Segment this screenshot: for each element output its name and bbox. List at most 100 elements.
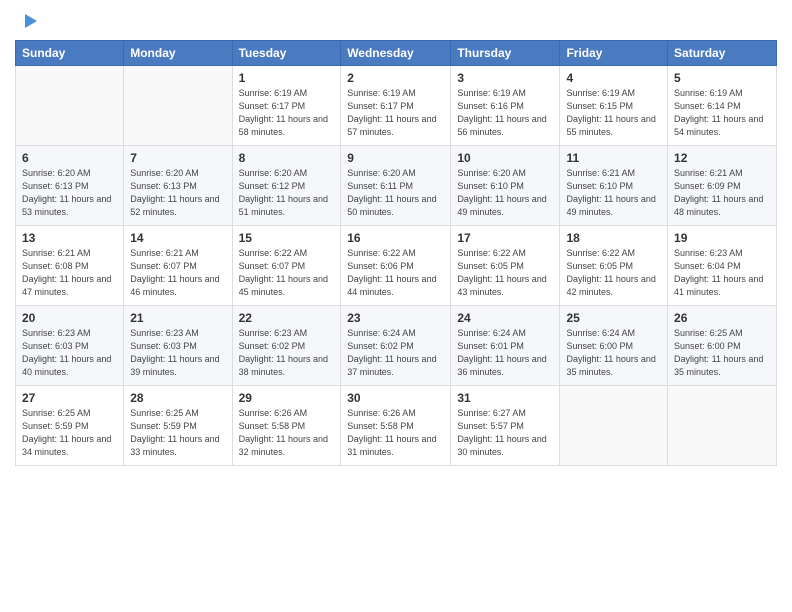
- calendar-cell: 10 Sunrise: 6:20 AMSunset: 6:10 PMDayligh…: [451, 146, 560, 226]
- calendar-cell: 30 Sunrise: 6:26 AMSunset: 5:58 PMDayligh…: [341, 386, 451, 466]
- day-number: 1: [239, 71, 335, 85]
- day-number: 8: [239, 151, 335, 165]
- day-info: Sunrise: 6:20 AMSunset: 6:13 PMDaylight:…: [130, 167, 225, 219]
- weekday-header-saturday: Saturday: [668, 41, 777, 66]
- day-info: Sunrise: 6:21 AMSunset: 6:10 PMDaylight:…: [566, 167, 661, 219]
- calendar-cell: 21Sunrise: 6:23 AMSunset: 6:03 PMDayligh…: [124, 306, 232, 386]
- day-info: Sunrise: 6:19 AMSunset: 6:14 PMDaylight:…: [674, 87, 770, 139]
- weekday-header-wednesday: Wednesday: [341, 41, 451, 66]
- weekday-header-tuesday: Tuesday: [232, 41, 341, 66]
- day-number: 27: [22, 391, 117, 405]
- week-row-3: 13 Sunrise: 6:21 AMSunset: 6:08 PMDayligh…: [16, 226, 777, 306]
- day-number: 31: [457, 391, 553, 405]
- day-number: 29: [239, 391, 335, 405]
- calendar-cell: 19Sunrise: 6:23 AMSunset: 6:04 PMDayligh…: [668, 226, 777, 306]
- day-info: Sunrise: 6:20 AMSunset: 6:13 PMDaylight:…: [22, 167, 117, 219]
- calendar-cell: 14Sunrise: 6:21 AMSunset: 6:07 PMDayligh…: [124, 226, 232, 306]
- day-number: 10: [457, 151, 553, 165]
- day-number: 23: [347, 311, 444, 325]
- day-info: Sunrise: 6:21 AMSunset: 6:09 PMDaylight:…: [674, 167, 770, 219]
- weekday-header-row: SundayMondayTuesdayWednesdayThursdayFrid…: [16, 41, 777, 66]
- day-info: Sunrise: 6:25 AMSunset: 6:00 PMDaylight:…: [674, 327, 770, 379]
- day-number: 3: [457, 71, 553, 85]
- day-number: 12: [674, 151, 770, 165]
- day-info: Sunrise: 6:22 AMSunset: 6:05 PMDaylight:…: [457, 247, 553, 299]
- calendar-cell: 29 Sunrise: 6:26 AMSunset: 5:58 PMDayligh…: [232, 386, 341, 466]
- day-info: Sunrise: 6:24 AMSunset: 6:00 PMDaylight:…: [566, 327, 661, 379]
- day-number: 20: [22, 311, 117, 325]
- calendar-cell: 2 Sunrise: 6:19 AMSunset: 6:17 PMDaylight…: [341, 66, 451, 146]
- logo-icon: [17, 10, 39, 32]
- weekday-header-friday: Friday: [560, 41, 668, 66]
- day-number: 14: [130, 231, 225, 245]
- week-row-2: 6 Sunrise: 6:20 AMSunset: 6:13 PMDaylight…: [16, 146, 777, 226]
- calendar-cell: 4 Sunrise: 6:19 AMSunset: 6:15 PMDaylight…: [560, 66, 668, 146]
- day-info: Sunrise: 6:25 AMSunset: 5:59 PMDaylight:…: [130, 407, 225, 459]
- calendar-cell: 1 Sunrise: 6:19 AMSunset: 6:17 PMDaylight…: [232, 66, 341, 146]
- day-number: 13: [22, 231, 117, 245]
- calendar-cell: 26 Sunrise: 6:25 AMSunset: 6:00 PMDayligh…: [668, 306, 777, 386]
- calendar-cell: 25 Sunrise: 6:24 AMSunset: 6:00 PMDayligh…: [560, 306, 668, 386]
- day-info: Sunrise: 6:20 AMSunset: 6:10 PMDaylight:…: [457, 167, 553, 219]
- day-info: Sunrise: 6:26 AMSunset: 5:58 PMDaylight:…: [239, 407, 335, 459]
- calendar-cell: 18 Sunrise: 6:22 AMSunset: 6:05 PMDayligh…: [560, 226, 668, 306]
- day-number: 25: [566, 311, 661, 325]
- day-info: Sunrise: 6:24 AMSunset: 6:01 PMDaylight:…: [457, 327, 553, 379]
- day-number: 22: [239, 311, 335, 325]
- day-info: Sunrise: 6:23 AMSunset: 6:02 PMDaylight:…: [239, 327, 335, 379]
- calendar-cell: 9 Sunrise: 6:20 AMSunset: 6:11 PMDaylight…: [341, 146, 451, 226]
- day-number: 21: [130, 311, 225, 325]
- calendar-cell: 23 Sunrise: 6:24 AMSunset: 6:02 PMDayligh…: [341, 306, 451, 386]
- day-info: Sunrise: 6:20 AMSunset: 6:11 PMDaylight:…: [347, 167, 444, 219]
- calendar-cell: 16 Sunrise: 6:22 AMSunset: 6:06 PMDayligh…: [341, 226, 451, 306]
- day-number: 28: [130, 391, 225, 405]
- calendar-cell: [560, 386, 668, 466]
- day-number: 11: [566, 151, 661, 165]
- day-info: Sunrise: 6:19 AMSunset: 6:15 PMDaylight:…: [566, 87, 661, 139]
- header: [15, 10, 777, 32]
- calendar-cell: 12 Sunrise: 6:21 AMSunset: 6:09 PMDayligh…: [668, 146, 777, 226]
- day-info: Sunrise: 6:19 AMSunset: 6:16 PMDaylight:…: [457, 87, 553, 139]
- calendar-cell: 24 Sunrise: 6:24 AMSunset: 6:01 PMDayligh…: [451, 306, 560, 386]
- day-number: 4: [566, 71, 661, 85]
- day-info: Sunrise: 6:19 AMSunset: 6:17 PMDaylight:…: [347, 87, 444, 139]
- day-number: 9: [347, 151, 444, 165]
- day-info: Sunrise: 6:22 AMSunset: 6:06 PMDaylight:…: [347, 247, 444, 299]
- day-number: 30: [347, 391, 444, 405]
- week-row-1: 1 Sunrise: 6:19 AMSunset: 6:17 PMDaylight…: [16, 66, 777, 146]
- day-info: Sunrise: 6:27 AMSunset: 5:57 PMDaylight:…: [457, 407, 553, 459]
- week-row-4: 20 Sunrise: 6:23 AMSunset: 6:03 PMDayligh…: [16, 306, 777, 386]
- day-number: 16: [347, 231, 444, 245]
- day-number: 7: [130, 151, 225, 165]
- calendar-cell: 15Sunrise: 6:22 AMSunset: 6:07 PMDayligh…: [232, 226, 341, 306]
- calendar-cell: 27 Sunrise: 6:25 AMSunset: 5:59 PMDayligh…: [16, 386, 124, 466]
- calendar-cell: 13 Sunrise: 6:21 AMSunset: 6:08 PMDayligh…: [16, 226, 124, 306]
- calendar-cell: [124, 66, 232, 146]
- day-info: Sunrise: 6:24 AMSunset: 6:02 PMDaylight:…: [347, 327, 444, 379]
- calendar-cell: 28 Sunrise: 6:25 AMSunset: 5:59 PMDayligh…: [124, 386, 232, 466]
- day-number: 19: [674, 231, 770, 245]
- day-info: Sunrise: 6:20 AMSunset: 6:12 PMDaylight:…: [239, 167, 335, 219]
- day-info: Sunrise: 6:19 AMSunset: 6:17 PMDaylight:…: [239, 87, 335, 139]
- calendar-cell: 31 Sunrise: 6:27 AMSunset: 5:57 PMDayligh…: [451, 386, 560, 466]
- day-number: 26: [674, 311, 770, 325]
- day-number: 24: [457, 311, 553, 325]
- calendar-cell: 20 Sunrise: 6:23 AMSunset: 6:03 PMDayligh…: [16, 306, 124, 386]
- weekday-header-sunday: Sunday: [16, 41, 124, 66]
- week-row-5: 27 Sunrise: 6:25 AMSunset: 5:59 PMDayligh…: [16, 386, 777, 466]
- calendar-cell: [16, 66, 124, 146]
- day-info: Sunrise: 6:21 AMSunset: 6:08 PMDaylight:…: [22, 247, 117, 299]
- day-info: Sunrise: 6:23 AMSunset: 6:03 PMDaylight:…: [22, 327, 117, 379]
- day-info: Sunrise: 6:26 AMSunset: 5:58 PMDaylight:…: [347, 407, 444, 459]
- day-number: 18: [566, 231, 661, 245]
- day-info: Sunrise: 6:22 AMSunset: 6:05 PMDaylight:…: [566, 247, 661, 299]
- day-info: Sunrise: 6:25 AMSunset: 5:59 PMDaylight:…: [22, 407, 117, 459]
- day-number: 6: [22, 151, 117, 165]
- day-number: 2: [347, 71, 444, 85]
- calendar-table: SundayMondayTuesdayWednesdayThursdayFrid…: [15, 40, 777, 466]
- calendar-cell: 5 Sunrise: 6:19 AMSunset: 6:14 PMDaylight…: [668, 66, 777, 146]
- calendar-cell: 22 Sunrise: 6:23 AMSunset: 6:02 PMDayligh…: [232, 306, 341, 386]
- calendar-cell: 3 Sunrise: 6:19 AMSunset: 6:16 PMDaylight…: [451, 66, 560, 146]
- day-number: 5: [674, 71, 770, 85]
- weekday-header-thursday: Thursday: [451, 41, 560, 66]
